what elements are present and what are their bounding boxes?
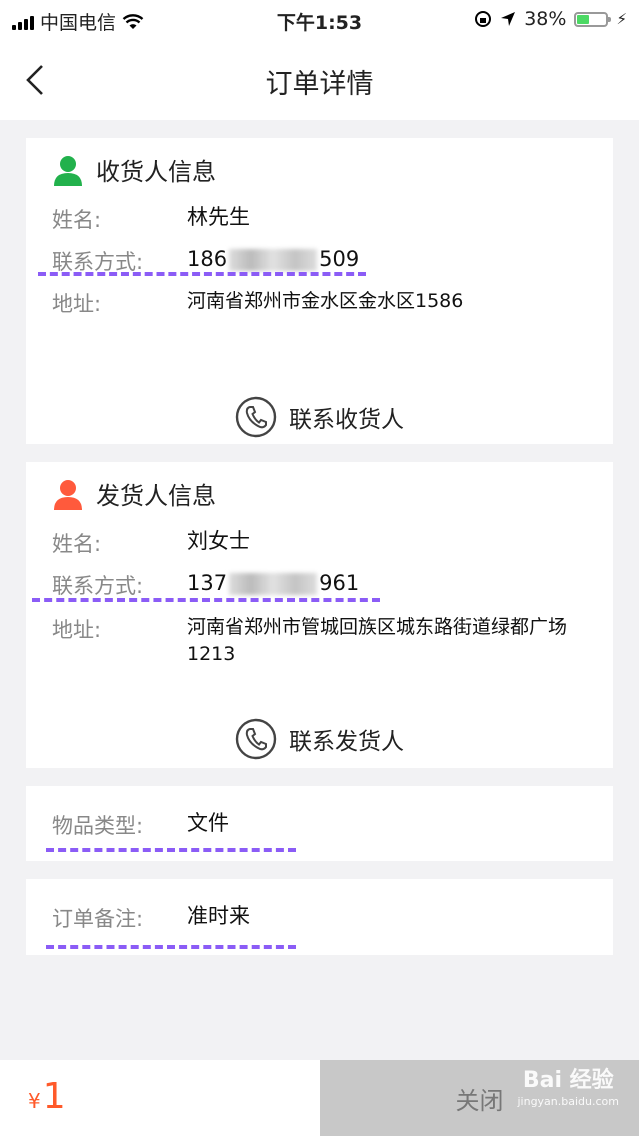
address-label: 地址: <box>52 292 102 316</box>
receiver-card: 收货人信息 姓名: 林先生 联系方式: 186 509 地址: 河南省郑州市金水区… <box>26 138 613 444</box>
sender-card: 发货人信息 姓名: 刘女士 联系方式: 137 961 地址: 河南省郑州市管城回… <box>26 462 613 768</box>
item-type-value: 文件 <box>187 811 229 835</box>
contact-receiver-button[interactable]: 联系收货人 <box>26 396 613 438</box>
price-value: 1 <box>42 1076 66 1117</box>
remark-card: 订单备注: 准时来 <box>26 879 613 955</box>
receiver-header-label: 收货人信息 <box>96 158 216 186</box>
annotation-underline <box>32 598 380 602</box>
person-icon <box>54 479 82 510</box>
battery-percent: 38% <box>524 8 567 30</box>
item-type-card: 物品类型: 文件 <box>26 786 613 861</box>
phone-icon <box>235 396 277 438</box>
sender-header: 发货人信息 <box>52 476 216 511</box>
phone-prefix: 186 <box>187 247 228 271</box>
footer-bar: ¥ 1 关闭 Bai 经验 jingyan.baidu.com <box>0 1060 639 1136</box>
receiver-address: 河南省郑州市金水区金水区1586 <box>187 290 464 312</box>
receiver-header: 收货人信息 <box>52 152 216 187</box>
baidu-watermark: Bai 经验 jingyan.baidu.com <box>517 1068 619 1108</box>
currency-symbol: ¥ <box>28 1089 41 1113</box>
close-button[interactable]: 关闭 Bai 经验 jingyan.baidu.com <box>320 1060 639 1136</box>
remark-label: 订单备注: <box>52 907 144 931</box>
nav-bar: 订单详情 <box>0 40 639 120</box>
phone-icon <box>235 718 277 760</box>
watermark-url: jingyan.baidu.com <box>517 1095 619 1108</box>
annotation-underline <box>46 848 296 852</box>
remark-value: 准时来 <box>187 904 250 928</box>
phone-redaction <box>229 249 318 271</box>
person-icon <box>54 155 82 186</box>
contact-receiver-label: 联系收货人 <box>289 407 404 433</box>
location-icon <box>501 12 516 26</box>
receiver-name: 林先生 <box>187 205 250 229</box>
sender-header-label: 发货人信息 <box>96 482 216 510</box>
page-title: 订单详情 <box>265 69 374 100</box>
status-bar: 中国电信 下午1:53 38% ⚡ <box>0 0 639 40</box>
watermark-text: Bai 经验 <box>522 1068 614 1093</box>
charging-icon: ⚡ <box>616 10 627 28</box>
phone-label: 联系方式: <box>52 574 144 598</box>
price: ¥ 1 <box>28 1076 66 1117</box>
phone-suffix: 961 <box>319 571 360 595</box>
sender-address: 河南省郑州市管城回族区城东路街道绿都广场1213 <box>187 616 568 665</box>
name-label: 姓名: <box>52 532 102 556</box>
phone-suffix: 509 <box>319 247 360 271</box>
sender-phone: 137 961 <box>187 570 593 597</box>
annotation-underline <box>46 945 296 949</box>
annotation-underline <box>38 272 366 276</box>
battery-icon <box>574 11 612 27</box>
phone-redaction <box>229 573 318 595</box>
phone-prefix: 137 <box>187 571 228 595</box>
contact-sender-label: 联系发货人 <box>289 729 404 755</box>
address-label: 地址: <box>52 618 102 642</box>
contact-sender-button[interactable]: 联系发货人 <box>26 718 613 760</box>
name-label: 姓名: <box>52 208 102 232</box>
status-right: 38% ⚡ <box>474 8 627 30</box>
receiver-phone: 186 509 <box>187 246 593 273</box>
sender-name: 刘女士 <box>187 529 250 553</box>
item-type-label: 物品类型: <box>52 814 144 838</box>
rotation-lock-icon <box>475 11 492 27</box>
close-button-label: 关闭 <box>455 1086 504 1115</box>
